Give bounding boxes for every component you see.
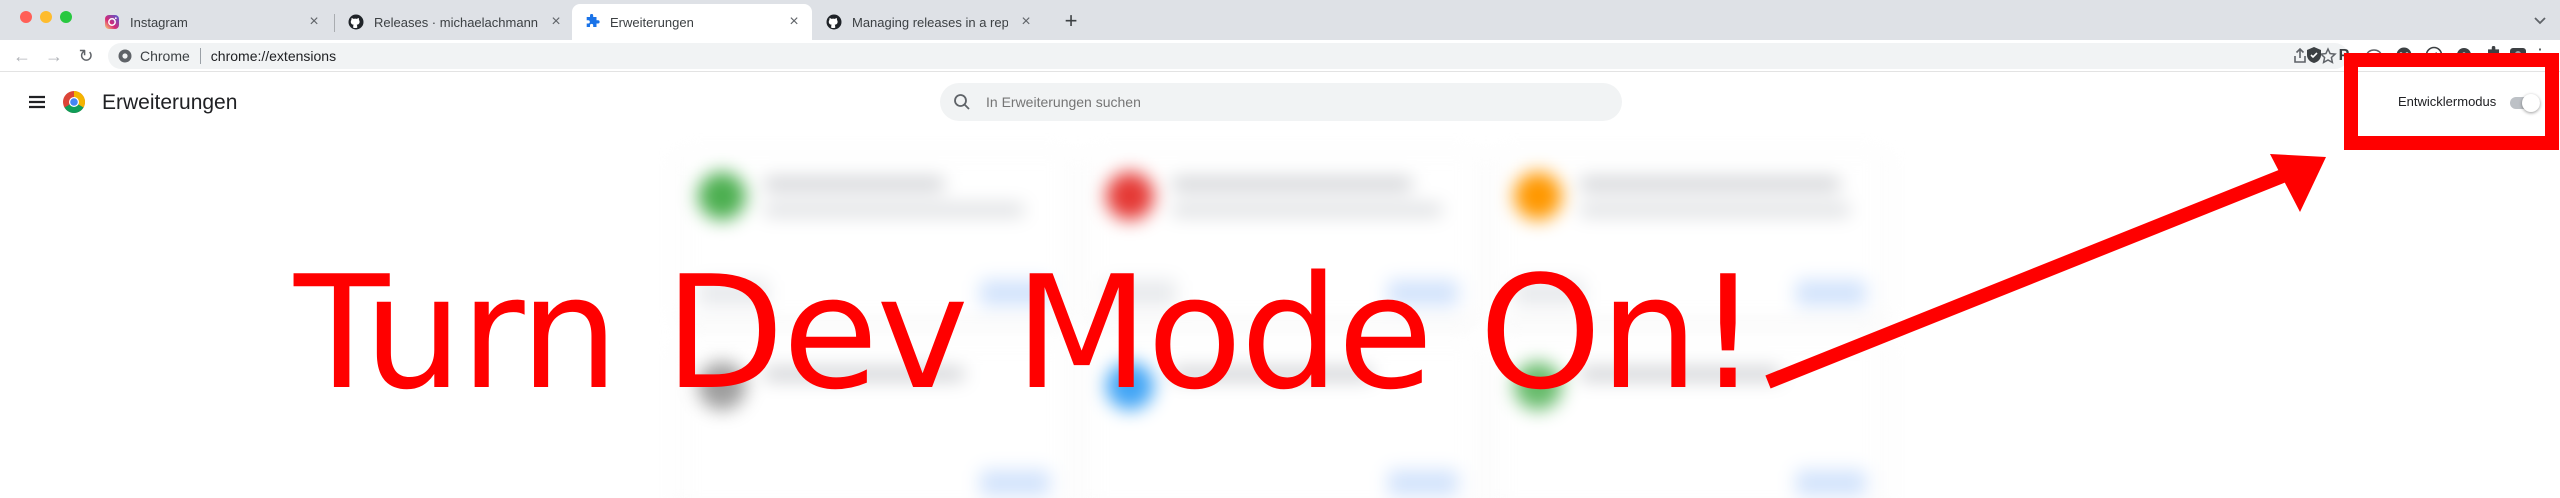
search-icon	[952, 92, 972, 112]
browser-toolbar: ← → ↻ Chrome chrome://extensions P ⋮	[0, 40, 2560, 72]
site-label: Chrome	[140, 48, 190, 64]
new-tab-button[interactable]: +	[1058, 8, 1084, 34]
tab-instagram[interactable]: Instagram ×	[92, 4, 332, 40]
toggle-knob	[2522, 94, 2540, 112]
close-tab-icon[interactable]: ×	[306, 14, 322, 30]
shield-extension-icon[interactable]	[2304, 46, 2324, 66]
dev-mode-label: Entwicklermodus	[2398, 94, 2497, 109]
github-icon	[826, 14, 842, 30]
more-menu-icon[interactable]: ⋮	[2530, 46, 2550, 66]
minimize-window-button[interactable]	[40, 11, 52, 23]
close-tab-icon[interactable]: ×	[548, 14, 564, 30]
tab-search-icon[interactable]	[2530, 10, 2550, 30]
eye-extension-icon[interactable]	[2364, 46, 2384, 66]
search-box[interactable]	[940, 83, 1622, 121]
tab-managing-releases[interactable]: Managing releases in a reposit ×	[814, 4, 1044, 40]
tab-title: Releases · michaelachmann/in	[374, 14, 538, 30]
profile-avatar-icon[interactable]	[2508, 45, 2528, 65]
chrome-logo	[62, 90, 86, 114]
back-icon[interactable]: ←	[10, 44, 34, 68]
address-divider	[199, 48, 201, 64]
annotation-text: Turn Dev Mode On!	[294, 242, 1759, 424]
dev-mode-toggle[interactable]	[2510, 94, 2544, 112]
tab-title: Erweiterungen	[610, 14, 694, 30]
github-icon	[348, 14, 364, 30]
instagram-icon	[104, 14, 120, 30]
hamburger-menu-icon[interactable]	[26, 91, 48, 113]
page-title: Erweiterungen	[102, 91, 238, 114]
reload-icon[interactable]: ↻	[74, 44, 98, 68]
tab-strip: Instagram × Releases · michaelachmann/in…	[0, 0, 2560, 40]
address-bar[interactable]: Chrome chrome://extensions	[108, 43, 2348, 69]
settings-extension-icon[interactable]	[2454, 46, 2474, 66]
mask-extension-icon[interactable]	[2394, 46, 2414, 66]
url-text: chrome://extensions	[210, 48, 337, 64]
tab-releases[interactable]: Releases · michaelachmann/in ×	[336, 4, 574, 40]
close-tab-icon[interactable]: ×	[786, 14, 802, 30]
close-tab-icon[interactable]: ×	[1018, 14, 1034, 30]
zoom-window-button[interactable]	[60, 11, 72, 23]
search-input[interactable]	[986, 83, 1586, 121]
tab-extensions[interactable]: Erweiterungen ×	[572, 4, 812, 40]
puzzle-icon	[584, 14, 600, 30]
forward-icon[interactable]: →	[42, 44, 66, 68]
extensions-header: Erweiterungen Entwicklermodus	[0, 72, 2560, 132]
tab-divider	[334, 14, 335, 32]
chrome-logo-icon	[118, 49, 132, 63]
extensions-puzzle-icon[interactable]	[2484, 45, 2504, 66]
compass-extension-icon[interactable]	[2424, 46, 2444, 66]
p-extension-icon[interactable]: P	[2334, 46, 2354, 66]
close-window-button[interactable]	[20, 11, 32, 23]
tab-title: Managing releases in a reposit	[852, 14, 1008, 30]
tab-title: Instagram	[130, 14, 188, 30]
